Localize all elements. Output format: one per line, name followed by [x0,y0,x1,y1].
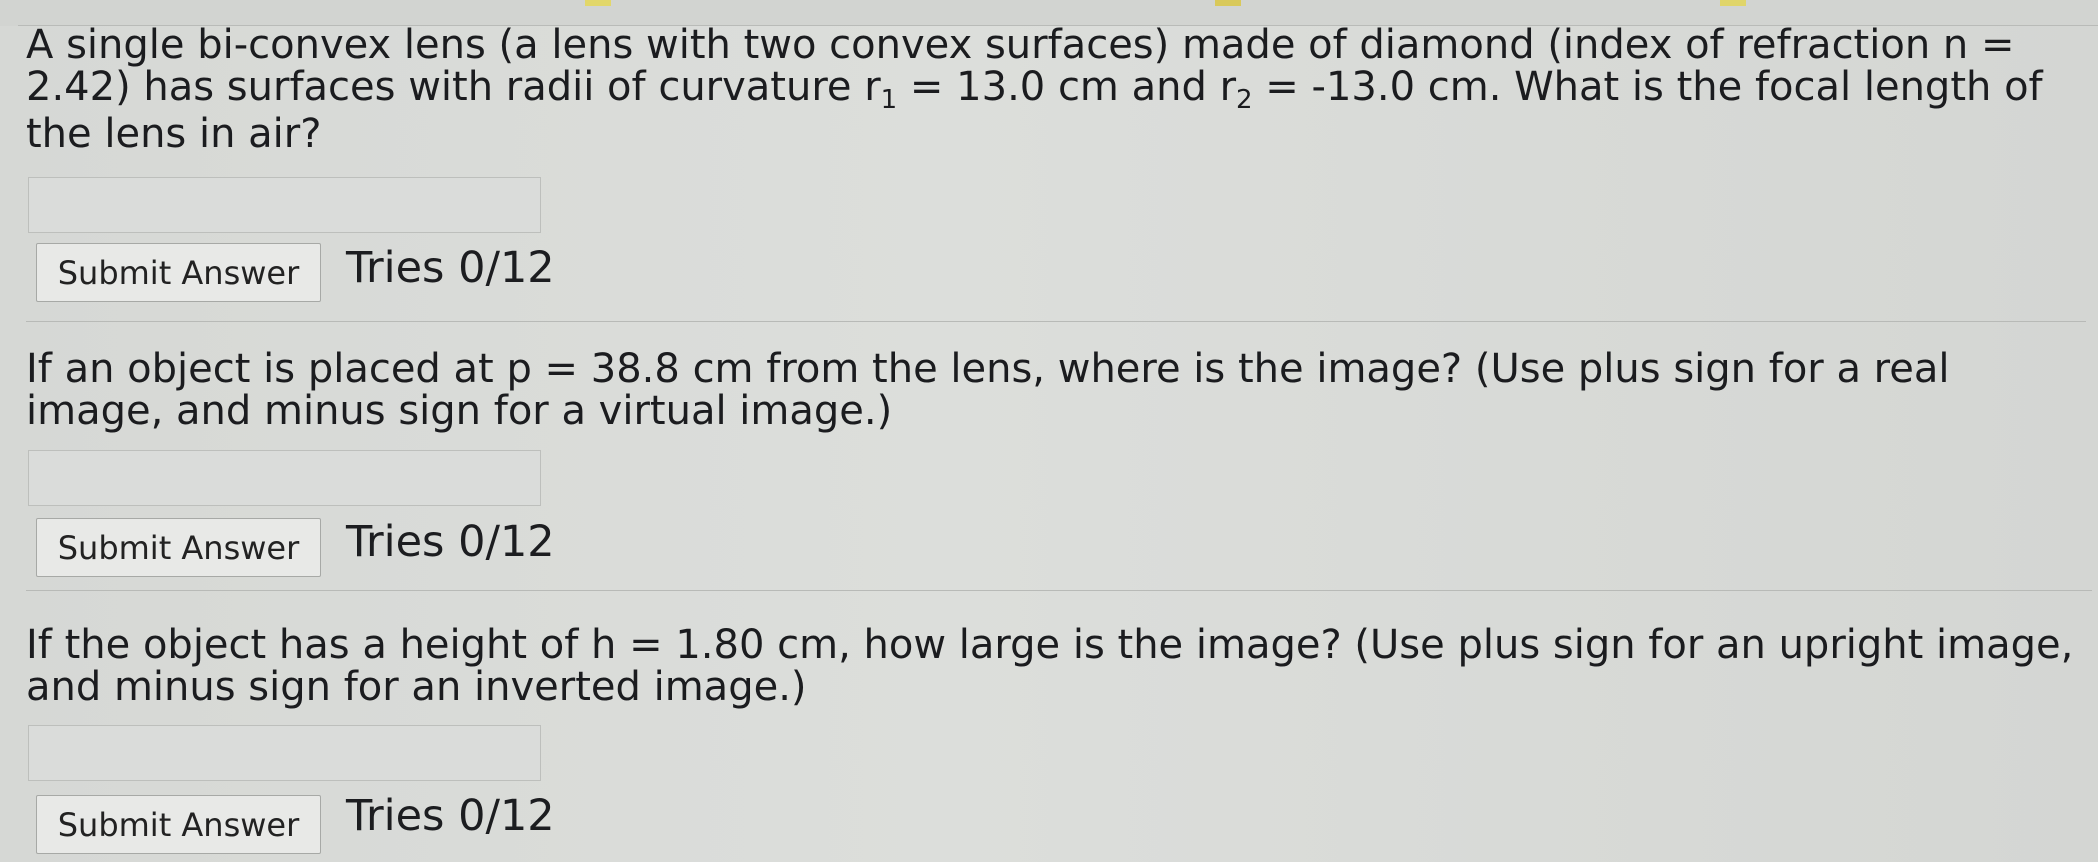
toolbar-chip-icon [1215,0,1241,6]
submit-answer-button-3[interactable]: Submit Answer [36,795,321,854]
tries-counter-1: Tries 0/12 [346,243,555,293]
answer-input-1[interactable] [28,177,541,233]
question-1-text: A single bi-convex lens (a lens with two… [26,24,2081,155]
question-3-text: If the object has a height of h = 1.80 c… [26,622,2074,710]
tries-counter-3: Tries 0/12 [346,791,555,841]
toolbar-chip-icon [585,0,611,6]
r1-subscript: 1 [880,85,898,115]
answer-input-2[interactable] [28,450,541,506]
question-2-text: If an object is placed at p = 38.8 cm fr… [26,346,1950,434]
question-divider-2 [26,590,2092,591]
tries-counter-2: Tries 0/12 [346,517,555,567]
homework-page: A single bi-convex lens (a lens with two… [0,0,2098,862]
r2-subscript: 2 [1236,85,1253,115]
toolbar-chip-icon [1720,0,1746,6]
question-1-text-part-2: = 13.0 cm and r [897,64,1237,110]
question-divider-1 [26,321,2086,322]
submit-answer-button-1[interactable]: Submit Answer [36,243,321,302]
answer-input-3[interactable] [28,725,541,781]
submit-answer-button-2[interactable]: Submit Answer [36,518,321,577]
